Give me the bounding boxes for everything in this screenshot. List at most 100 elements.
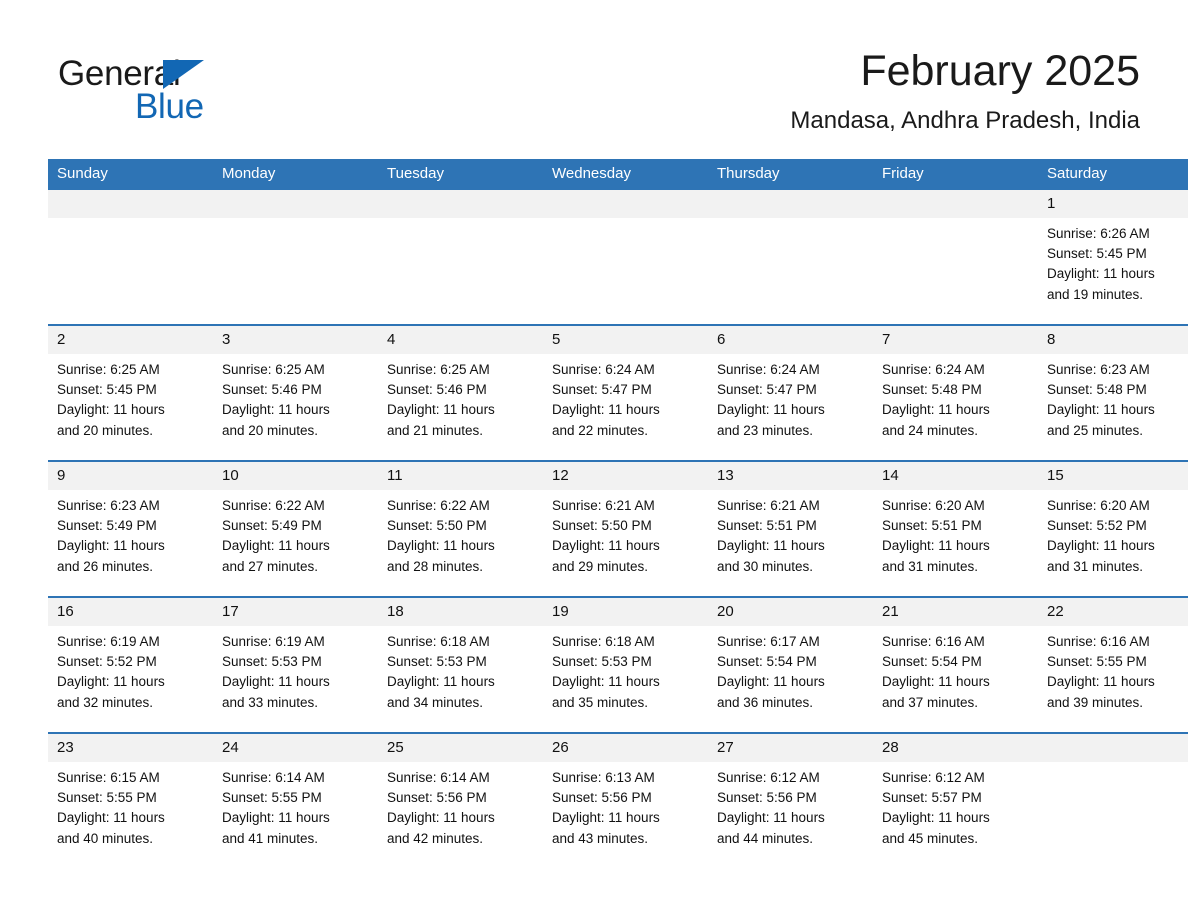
day-cell[interactable]: 2 Sunrise: 6:25 AM Sunset: 5:45 PM Dayli…: [48, 324, 213, 461]
day-details: Sunrise: 6:19 AM Sunset: 5:52 PM Dayligh…: [48, 626, 213, 713]
day-cell[interactable]: 28 Sunrise: 6:12 AM Sunset: 5:57 PM Dayl…: [873, 732, 1038, 868]
day-cell[interactable]: 23 Sunrise: 6:15 AM Sunset: 5:55 PM Dayl…: [48, 732, 213, 868]
daylight-text-line2: and 42 minutes.: [387, 830, 484, 846]
sunrise-text: Sunrise: 6:17 AM: [717, 634, 820, 649]
day-details: Sunrise: 6:22 AM Sunset: 5:49 PM Dayligh…: [213, 490, 378, 577]
sunset-text: Sunset: 5:54 PM: [882, 654, 982, 670]
day-details: Sunrise: 6:24 AM Sunset: 5:47 PM Dayligh…: [708, 354, 873, 441]
day-cell[interactable]: [873, 190, 1038, 325]
day-cell[interactable]: 26 Sunrise: 6:13 AM Sunset: 5:56 PM Dayl…: [543, 732, 708, 868]
day-details: Sunrise: 6:26 AM Sunset: 5:45 PM Dayligh…: [1038, 218, 1188, 305]
day-cell[interactable]: [378, 190, 543, 325]
sunset-text: Sunset: 5:47 PM: [552, 382, 652, 398]
daylight-text-line1: Daylight: 11 hours: [1047, 538, 1155, 554]
day-cell[interactable]: 20 Sunrise: 6:17 AM Sunset: 5:54 PM Dayl…: [708, 596, 873, 733]
general-blue-logo[interactable]: General Blue: [58, 54, 358, 134]
sunrise-text: Sunrise: 6:22 AM: [222, 498, 325, 513]
daylight-text-line1: Daylight: 11 hours: [222, 402, 330, 418]
day-number: 18: [378, 598, 543, 626]
sunset-text: Sunset: 5:55 PM: [222, 790, 322, 806]
day-cell[interactable]: 19 Sunrise: 6:18 AM Sunset: 5:53 PM Dayl…: [543, 596, 708, 733]
logo-triangle-icon: [163, 60, 204, 89]
day-cell[interactable]: 21 Sunrise: 6:16 AM Sunset: 5:54 PM Dayl…: [873, 596, 1038, 733]
sunrise-text: Sunrise: 6:20 AM: [1047, 498, 1150, 513]
title-block: February 2025 Mandasa, Andhra Pradesh, I…: [790, 44, 1140, 138]
day-number: 22: [1038, 598, 1188, 626]
day-details: Sunrise: 6:16 AM Sunset: 5:55 PM Dayligh…: [1038, 626, 1188, 713]
sunset-text: Sunset: 5:51 PM: [717, 518, 817, 534]
daylight-text-line1: Daylight: 11 hours: [552, 810, 660, 826]
day-cell[interactable]: 12 Sunrise: 6:21 AM Sunset: 5:50 PM Dayl…: [543, 460, 708, 597]
day-number: 23: [48, 734, 213, 762]
daylight-text-line2: and 20 minutes.: [222, 422, 319, 438]
day-cell[interactable]: 13 Sunrise: 6:21 AM Sunset: 5:51 PM Dayl…: [708, 460, 873, 597]
day-cell[interactable]: 11 Sunrise: 6:22 AM Sunset: 5:50 PM Dayl…: [378, 460, 543, 597]
weekday-header-monday: Monday: [213, 159, 378, 190]
day-cell[interactable]: 22 Sunrise: 6:16 AM Sunset: 5:55 PM Dayl…: [1038, 596, 1188, 733]
day-cell[interactable]: 24 Sunrise: 6:14 AM Sunset: 5:55 PM Dayl…: [213, 732, 378, 868]
week-row: 9 Sunrise: 6:23 AM Sunset: 5:49 PM Dayli…: [48, 460, 1188, 597]
day-number: 8: [1038, 326, 1188, 354]
day-cell[interactable]: 10 Sunrise: 6:22 AM Sunset: 5:49 PM Dayl…: [213, 460, 378, 597]
day-details: Sunrise: 6:25 AM Sunset: 5:46 PM Dayligh…: [213, 354, 378, 441]
day-cell[interactable]: 1 Sunrise: 6:26 AM Sunset: 5:45 PM Dayli…: [1038, 190, 1188, 325]
day-cell[interactable]: [48, 190, 213, 325]
day-cell[interactable]: 25 Sunrise: 6:14 AM Sunset: 5:56 PM Dayl…: [378, 732, 543, 868]
week-row: 1 Sunrise: 6:26 AM Sunset: 5:45 PM Dayli…: [48, 190, 1188, 325]
page-subtitle: Mandasa, Andhra Pradesh, India: [790, 107, 1140, 134]
daylight-text-line2: and 35 minutes.: [552, 694, 649, 710]
day-number: [543, 190, 708, 218]
day-cell[interactable]: 15 Sunrise: 6:20 AM Sunset: 5:52 PM Dayl…: [1038, 460, 1188, 597]
day-number: 27: [708, 734, 873, 762]
day-details: Sunrise: 6:20 AM Sunset: 5:52 PM Dayligh…: [1038, 490, 1188, 577]
sunset-text: Sunset: 5:46 PM: [222, 382, 322, 398]
daylight-text-line1: Daylight: 11 hours: [552, 402, 660, 418]
daylight-text-line2: and 27 minutes.: [222, 558, 319, 574]
daylight-text-line1: Daylight: 11 hours: [882, 810, 990, 826]
day-cell[interactable]: 5 Sunrise: 6:24 AM Sunset: 5:47 PM Dayli…: [543, 324, 708, 461]
day-cell[interactable]: 4 Sunrise: 6:25 AM Sunset: 5:46 PM Dayli…: [378, 324, 543, 461]
day-details: Sunrise: 6:21 AM Sunset: 5:50 PM Dayligh…: [543, 490, 708, 577]
day-cell[interactable]: 3 Sunrise: 6:25 AM Sunset: 5:46 PM Dayli…: [213, 324, 378, 461]
day-cell[interactable]: 14 Sunrise: 6:20 AM Sunset: 5:51 PM Dayl…: [873, 460, 1038, 597]
day-details: Sunrise: 6:23 AM Sunset: 5:48 PM Dayligh…: [1038, 354, 1188, 441]
day-number: 7: [873, 326, 1038, 354]
day-cell[interactable]: 7 Sunrise: 6:24 AM Sunset: 5:48 PM Dayli…: [873, 324, 1038, 461]
sunrise-text: Sunrise: 6:21 AM: [552, 498, 655, 513]
daylight-text-line1: Daylight: 11 hours: [222, 538, 330, 554]
sunset-text: Sunset: 5:48 PM: [1047, 382, 1147, 398]
daylight-text-line2: and 40 minutes.: [57, 830, 154, 846]
day-cell[interactable]: 9 Sunrise: 6:23 AM Sunset: 5:49 PM Dayli…: [48, 460, 213, 597]
day-cell[interactable]: [1038, 732, 1188, 868]
daylight-text-line2: and 36 minutes.: [717, 694, 814, 710]
daylight-text-line1: Daylight: 11 hours: [222, 810, 330, 826]
daylight-text-line2: and 45 minutes.: [882, 830, 979, 846]
daylight-text-line1: Daylight: 11 hours: [222, 674, 330, 690]
day-cell[interactable]: [543, 190, 708, 325]
sunrise-text: Sunrise: 6:18 AM: [552, 634, 655, 649]
sunset-text: Sunset: 5:52 PM: [57, 654, 157, 670]
sunset-text: Sunset: 5:48 PM: [882, 382, 982, 398]
daylight-text-line1: Daylight: 11 hours: [387, 538, 495, 554]
day-details: Sunrise: 6:16 AM Sunset: 5:54 PM Dayligh…: [873, 626, 1038, 713]
day-cell[interactable]: 8 Sunrise: 6:23 AM Sunset: 5:48 PM Dayli…: [1038, 324, 1188, 461]
daylight-text-line2: and 31 minutes.: [1047, 558, 1144, 574]
day-cell[interactable]: 17 Sunrise: 6:19 AM Sunset: 5:53 PM Dayl…: [213, 596, 378, 733]
day-number: 14: [873, 462, 1038, 490]
day-cell[interactable]: 27 Sunrise: 6:12 AM Sunset: 5:56 PM Dayl…: [708, 732, 873, 868]
day-cell[interactable]: [708, 190, 873, 325]
daylight-text-line2: and 37 minutes.: [882, 694, 979, 710]
daylight-text-line2: and 43 minutes.: [552, 830, 649, 846]
day-number: 12: [543, 462, 708, 490]
day-cell[interactable]: 16 Sunrise: 6:19 AM Sunset: 5:52 PM Dayl…: [48, 596, 213, 733]
day-details: Sunrise: 6:25 AM Sunset: 5:46 PM Dayligh…: [378, 354, 543, 441]
day-cell[interactable]: 6 Sunrise: 6:24 AM Sunset: 5:47 PM Dayli…: [708, 324, 873, 461]
sunrise-text: Sunrise: 6:16 AM: [1047, 634, 1150, 649]
calendar-body: 1 Sunrise: 6:26 AM Sunset: 5:45 PM Dayli…: [48, 190, 1188, 868]
sunrise-text: Sunrise: 6:19 AM: [222, 634, 325, 649]
daylight-text-line1: Daylight: 11 hours: [882, 402, 990, 418]
day-cell[interactable]: [213, 190, 378, 325]
sunrise-text: Sunrise: 6:23 AM: [1047, 362, 1150, 377]
day-cell[interactable]: 18 Sunrise: 6:18 AM Sunset: 5:53 PM Dayl…: [378, 596, 543, 733]
daylight-text-line1: Daylight: 11 hours: [552, 674, 660, 690]
